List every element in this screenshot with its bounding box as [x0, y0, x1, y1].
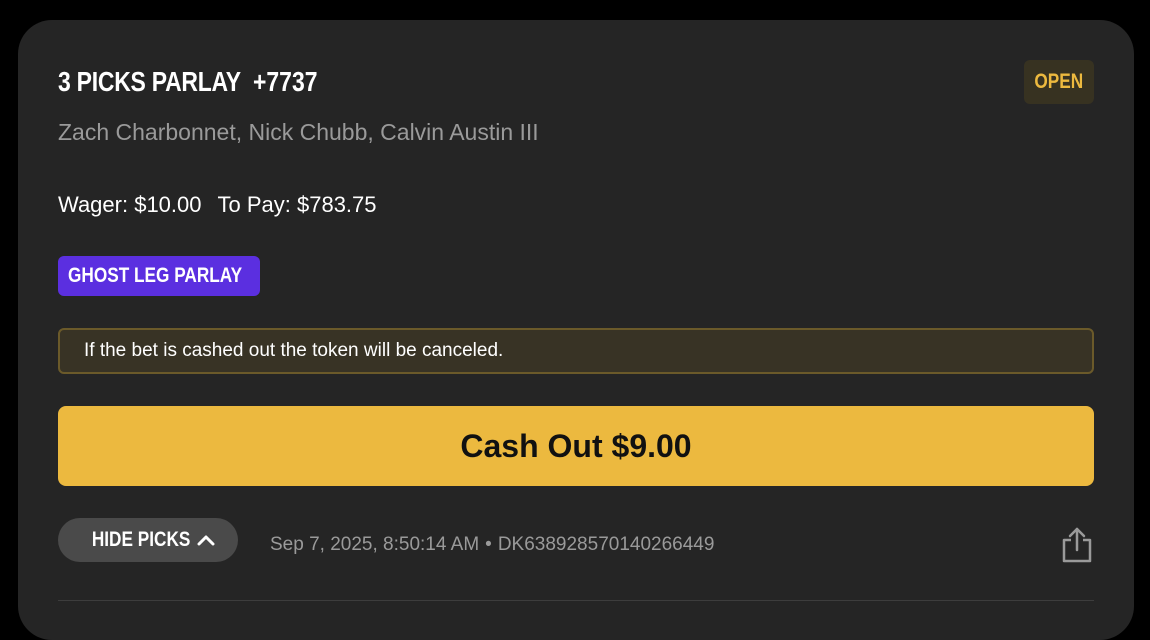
player-list: Zach Charbonnet, Nick Chubb, Calvin Aust… [58, 119, 539, 145]
chevron-up-icon [197, 534, 215, 546]
wager-row: Wager: $10.00 To Pay: $783.75 [58, 192, 377, 218]
meta-separator: • [485, 534, 492, 555]
cash-out-button[interactable]: Cash Out $9.00 [58, 406, 1094, 486]
bet-id: DK638928570140266449 [497, 534, 715, 555]
status-badge-label: OPEN [1034, 70, 1084, 93]
bet-header: 3 PICKS PARLAY +7737 [58, 66, 332, 98]
divider [58, 600, 1094, 601]
cash-out-label: Cash Out $9.00 [460, 427, 692, 464]
hide-picks-label: HIDE PICKS [91, 528, 191, 551]
share-icon[interactable] [1060, 526, 1094, 564]
bet-title: 3 PICKS PARLAY [58, 66, 241, 97]
ghost-leg-parlay-label: GHOST LEG PARLAY [68, 264, 243, 287]
bet-meta: Sep 7, 2025, 8:50:14 AM • DK63892857014026… [270, 534, 714, 556]
bet-timestamp: Sep 7, 2025, 8:50:14 AM [270, 534, 480, 555]
hide-picks-button[interactable]: HIDE PICKS [58, 518, 238, 562]
cashout-notice-text: If the bet is cashed out the token will … [84, 340, 504, 361]
to-pay-amount: To Pay: $783.75 [217, 192, 377, 217]
wager-amount: Wager: $10.00 [58, 192, 202, 217]
cashout-notice: If the bet is cashed out the token will … [58, 328, 1094, 374]
bet-card: 3 PICKS PARLAY +7737 OPEN Zach Charbonne… [18, 20, 1134, 640]
ghost-leg-parlay-badge: GHOST LEG PARLAY [58, 256, 261, 296]
status-badge: OPEN [1024, 60, 1094, 104]
bet-odds: +7737 [252, 66, 318, 97]
